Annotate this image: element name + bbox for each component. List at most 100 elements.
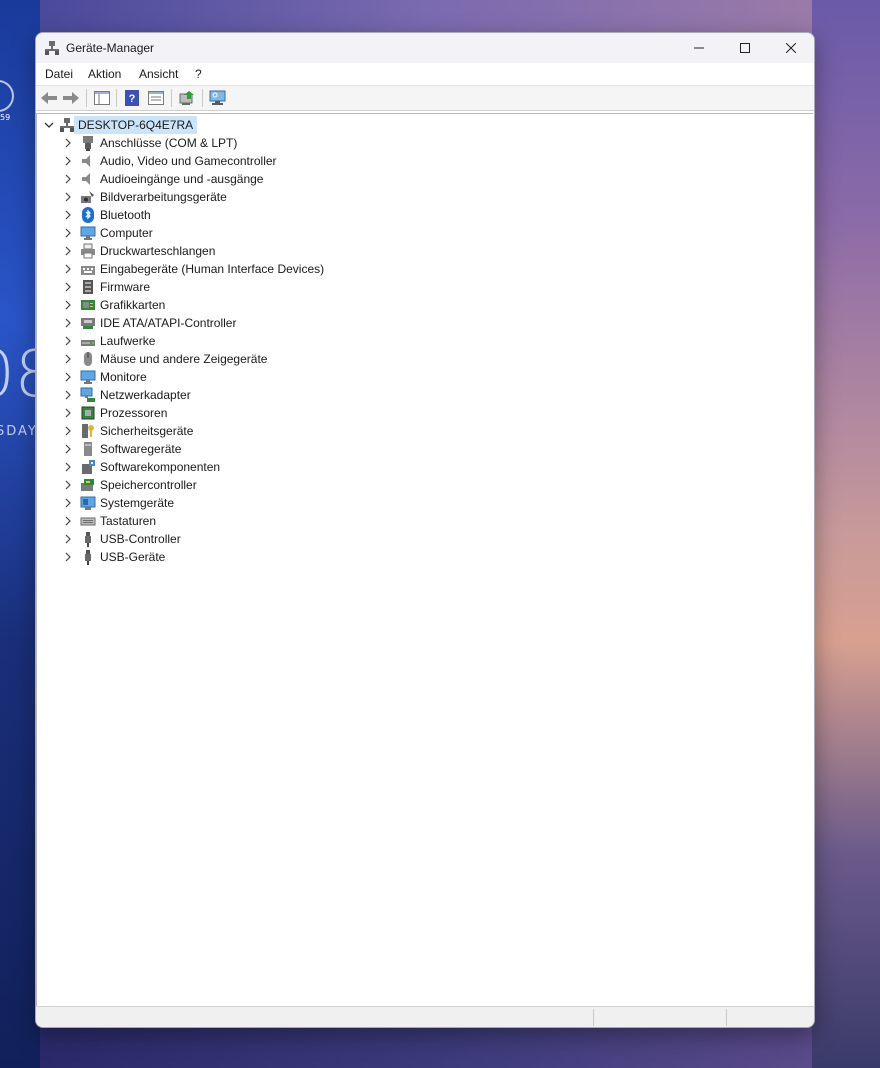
tree-item[interactable]: Softwaregeräte [37, 440, 737, 458]
chevron-right-icon[interactable] [63, 425, 73, 437]
network-adapter-icon [80, 387, 95, 402]
details-button[interactable] [146, 89, 166, 107]
tree-item[interactable]: Tastaturen [37, 512, 737, 530]
menu-datei[interactable]: Datei [45, 67, 73, 81]
chevron-right-icon[interactable] [63, 209, 73, 221]
tree-item[interactable]: Grafikkarten [37, 296, 737, 314]
chevron-right-icon[interactable] [63, 353, 73, 365]
tree-root-label[interactable]: DESKTOP-6Q4E7RA [74, 116, 198, 134]
show-hide-console-tree-button[interactable] [92, 89, 112, 107]
menu-aktion[interactable]: Aktion [88, 67, 121, 81]
desktop-widget-small-text: 59 [0, 113, 11, 122]
software-component-icon [82, 460, 95, 474]
tree-item[interactable]: Netzwerkadapter [37, 386, 737, 404]
minimize-button[interactable] [676, 33, 722, 63]
tree-item[interactable]: Monitore [37, 368, 737, 386]
toolbar-separator [202, 89, 203, 107]
chevron-right-icon[interactable] [63, 137, 73, 149]
display-adapter-icon [81, 300, 95, 310]
status-bar-separator [726, 1009, 727, 1026]
tree-item-label: USB-Controller [100, 532, 181, 546]
tree-item-label: Tastaturen [100, 514, 157, 528]
tree-item[interactable]: Prozessoren [37, 404, 737, 422]
window-title: Geräte-Manager [66, 41, 155, 55]
usb-icon [85, 550, 91, 565]
desktop-widget-day: SDAY [0, 424, 38, 439]
tree-item[interactable]: Druckwarteschlangen [37, 242, 737, 260]
menu-ansicht[interactable]: Ansicht [139, 67, 178, 81]
tree-item-label: Audioeingänge und -ausgänge [100, 172, 264, 186]
tree-item[interactable]: Bluetooth [37, 206, 737, 224]
tree-item[interactable]: Mäuse und andere Zeigegeräte [37, 350, 737, 368]
desktop-background-bottom [40, 1026, 812, 1068]
chevron-right-icon[interactable] [63, 263, 73, 275]
monitor-icon [80, 370, 96, 384]
chevron-right-icon[interactable] [63, 479, 73, 491]
chevron-right-icon[interactable] [63, 299, 73, 311]
tree-item[interactable]: Bildverarbeitungsgeräte [37, 188, 737, 206]
tree-item[interactable]: Firmware [37, 278, 737, 296]
chevron-right-icon[interactable] [63, 317, 73, 329]
menu-help[interactable]: ? [195, 67, 202, 81]
toolbar-separator [86, 89, 87, 107]
tree-item[interactable]: Eingabegeräte (Human Interface Devices) [37, 260, 737, 278]
details-icon [148, 91, 164, 105]
toolbar-separator [116, 89, 117, 107]
chevron-down-icon[interactable] [43, 119, 55, 131]
back-button[interactable] [39, 89, 59, 107]
disk-drive-icon [81, 340, 95, 346]
chevron-right-icon[interactable] [63, 155, 73, 167]
tree-item-label: Sicherheitsgeräte [100, 424, 194, 438]
security-key-icon [82, 424, 94, 438]
tree-item[interactable]: Sicherheitsgeräte [37, 422, 737, 440]
chevron-right-icon[interactable] [63, 407, 73, 419]
tree-item[interactable]: Audio, Video und Gamecontroller [37, 152, 737, 170]
tree-item[interactable]: Systemgeräte [37, 494, 737, 512]
tree-root-node[interactable]: DESKTOP-6Q4E7RA [37, 116, 737, 134]
chevron-right-icon[interactable] [63, 371, 73, 383]
tree-item-label: Grafikkarten [100, 298, 166, 312]
tree-item[interactable]: Softwarekomponenten [37, 458, 737, 476]
back-icon [41, 92, 57, 104]
chevron-right-icon[interactable] [63, 389, 73, 401]
tree-item[interactable]: Laufwerke [37, 332, 737, 350]
help-button[interactable]: ? [122, 89, 142, 107]
tree-item-label: Mäuse und andere Zeigegeräte [100, 352, 268, 366]
software-device-icon [84, 442, 92, 456]
tree-item[interactable]: USB-Geräte [37, 548, 737, 566]
tree-item-label: Laufwerke [100, 334, 156, 348]
close-button[interactable] [768, 33, 814, 63]
tree-item-label: Softwarekomponenten [100, 460, 221, 474]
maximize-button[interactable] [722, 33, 768, 63]
storage-controller-icon [81, 479, 94, 491]
chevron-right-icon[interactable] [63, 191, 73, 203]
forward-button[interactable] [61, 89, 81, 107]
port-icon [83, 136, 93, 151]
update-driver-button[interactable] [177, 89, 197, 107]
tree-item[interactable]: Anschlüsse (COM & LPT) [37, 134, 737, 152]
chevron-right-icon[interactable] [63, 443, 73, 455]
tree-item[interactable]: Audioeingänge und -ausgänge [37, 170, 737, 188]
speaker-icon [82, 173, 90, 185]
device-tree[interactable]: DESKTOP-6Q4E7RA Anschlüsse (COM & LPT) Au… [36, 113, 813, 1006]
tree-item[interactable]: Computer [37, 224, 737, 242]
chevron-right-icon[interactable] [63, 461, 73, 473]
chevron-right-icon[interactable] [63, 515, 73, 527]
scan-hardware-button[interactable] [208, 89, 228, 107]
chevron-right-icon[interactable] [63, 173, 73, 185]
bluetooth-icon [82, 207, 94, 223]
chevron-right-icon[interactable] [63, 245, 73, 257]
title-bar[interactable]: Geräte-Manager [36, 33, 814, 63]
tree-item[interactable]: Speichercontroller [37, 476, 737, 494]
computer-network-icon [60, 118, 74, 132]
chevron-right-icon[interactable] [63, 497, 73, 509]
chevron-right-icon[interactable] [63, 227, 73, 239]
chevron-right-icon[interactable] [63, 335, 73, 347]
tree-item-label: Computer [100, 226, 153, 240]
chevron-right-icon[interactable] [63, 281, 73, 293]
tree-item[interactable]: USB-Controller [37, 530, 737, 548]
tree-item[interactable]: IDE ATA/ATAPI-Controller [37, 314, 737, 332]
tree-item-label: Prozessoren [100, 406, 168, 420]
chevron-right-icon[interactable] [63, 551, 73, 563]
chevron-right-icon[interactable] [63, 533, 73, 545]
